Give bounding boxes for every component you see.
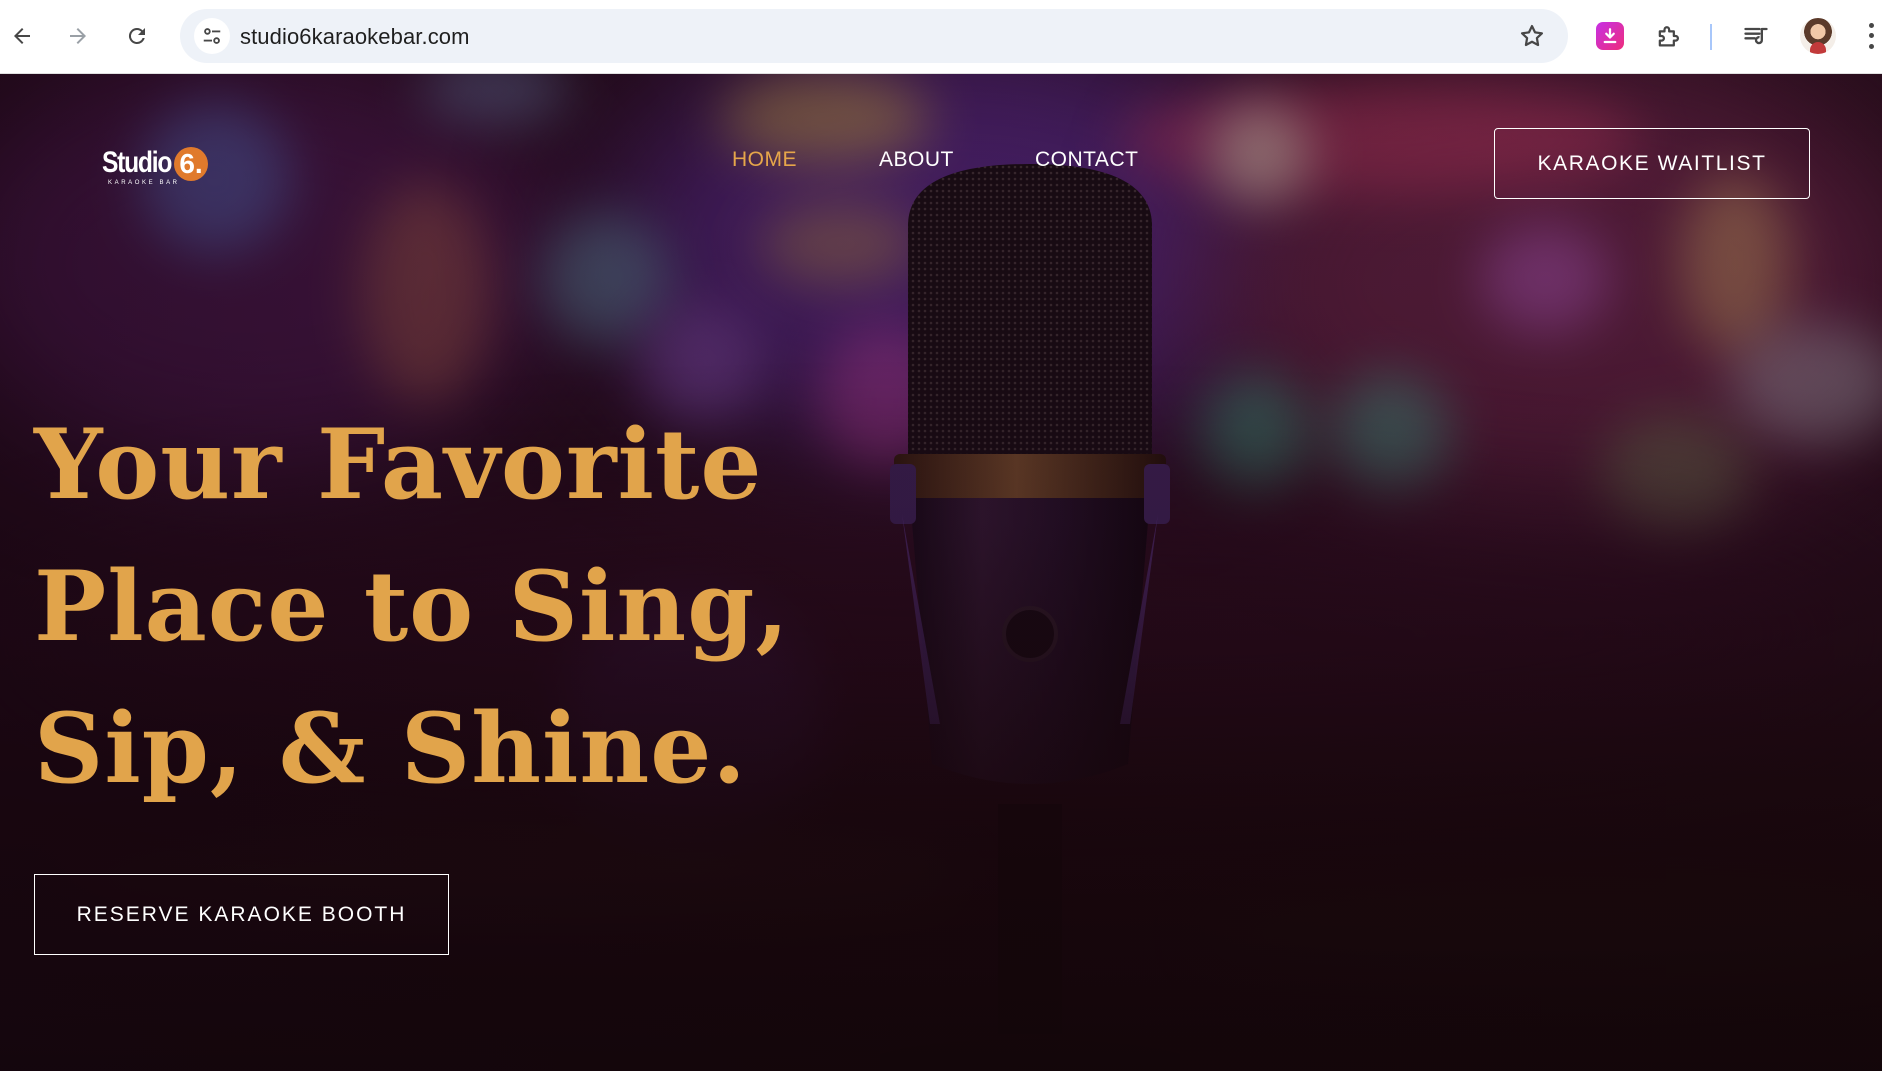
address-bar[interactable]: studio6karaokebar.com: [180, 9, 1568, 63]
extensions-button[interactable]: [1648, 18, 1688, 54]
hero-section: Studio KARAOKE BAR 6. HOME ABOUT CONTACT…: [0, 74, 1882, 1071]
media-queue-button[interactable]: [1736, 18, 1776, 54]
karaoke-waitlist-button[interactable]: KARAOKE WAITLIST: [1494, 128, 1810, 199]
toolbar-divider: [1710, 24, 1712, 50]
download-extension-button[interactable]: [1590, 18, 1630, 54]
hero-headline: Your Favorite Place to Sing, Sip, & Shin…: [34, 394, 834, 820]
nav-home[interactable]: HOME: [732, 148, 797, 172]
media-queue-icon: [1744, 27, 1768, 45]
headline-line-3: Sip, & Shine.: [34, 692, 747, 805]
reload-icon: [128, 27, 145, 44]
kebab-menu-icon[interactable]: [1860, 20, 1882, 52]
reserve-booth-button[interactable]: RESERVE KARAOKE BOOTH: [34, 874, 449, 955]
site-info-button[interactable]: [194, 18, 230, 54]
forward-button[interactable]: [60, 18, 96, 54]
nav-about[interactable]: ABOUT: [879, 148, 954, 172]
profile-avatar[interactable]: [1800, 18, 1836, 54]
headline-line-2: Place to Sing,: [34, 550, 790, 663]
browser-toolbar: studio6karaokebar.com: [0, 0, 1882, 74]
download-extension-icon: [1596, 22, 1624, 50]
tune-icon: [203, 28, 221, 44]
headline-line-1: Your Favorite: [34, 408, 763, 521]
star-icon[interactable]: [1518, 22, 1546, 50]
arrow-right-icon: [70, 28, 86, 44]
puzzle-icon: [1658, 26, 1679, 47]
arrow-left-icon: [14, 28, 30, 44]
nav-contact[interactable]: CONTACT: [1035, 148, 1138, 172]
back-button[interactable]: [4, 18, 40, 54]
reload-button[interactable]: [119, 18, 155, 54]
url-text[interactable]: studio6karaokebar.com: [240, 24, 470, 50]
